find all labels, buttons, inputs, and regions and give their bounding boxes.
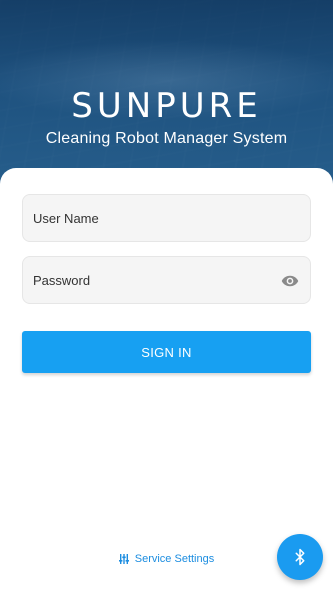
- bluetooth-button[interactable]: [277, 534, 323, 580]
- brand-logo: SUNPURE: [71, 86, 262, 126]
- password-placeholder: Password: [33, 272, 91, 288]
- username-placeholder: User Name: [33, 210, 99, 226]
- password-field[interactable]: Password: [22, 256, 311, 304]
- settings-sliders-icon: [118, 554, 129, 564]
- username-field[interactable]: User Name: [22, 194, 311, 242]
- app-subtitle: Cleaning Robot Manager System: [45, 130, 288, 147]
- service-settings-label: Service Settings: [134, 553, 215, 565]
- eye-icon[interactable]: [280, 272, 300, 290]
- bluetooth-icon: [295, 548, 305, 566]
- sign-in-button[interactable]: SIGN IN: [22, 331, 311, 373]
- header-banner: SUNPURE Cleaning Robot Manager System: [0, 0, 333, 190]
